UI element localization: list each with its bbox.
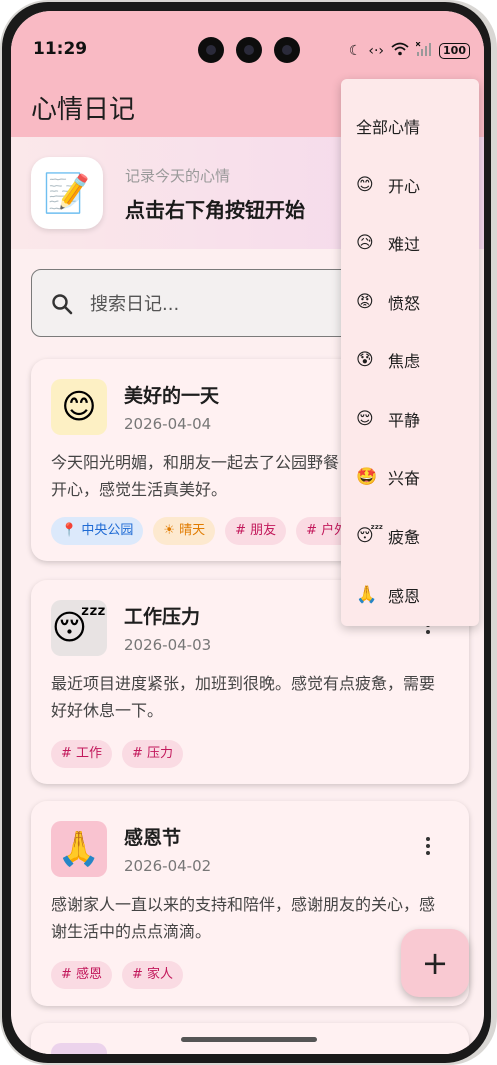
menu-item-label: 感恩	[388, 587, 421, 606]
location-tag[interactable]: 📍 中央公园	[51, 517, 144, 545]
menu-item-label: 难过	[388, 235, 421, 254]
mood-emoji-icon: 😴	[51, 600, 107, 656]
diary-text: 感谢家人一直以来的支持和陪伴，感谢朋友的关心，感谢生活中的点点滴滴。	[51, 895, 436, 941]
device-bezel: 11:29 ☾ ‹·› 100 心情日记 📝 记录今天的心情 点击右下角按钮开始…	[2, 2, 491, 1063]
more-options-icon[interactable]	[425, 837, 431, 857]
mood-filter-menu: 全部心情 😊 开心 😥 难过 😡 愤怒 😰 焦虑 😌 平静 🤩 兴奋 😴 疲惫 …	[341, 79, 479, 626]
menu-item-calm[interactable]: 😌 平静	[356, 404, 420, 434]
hashtag[interactable]: # 压力	[122, 740, 184, 768]
mood-emoji-icon	[51, 1043, 107, 1054]
page-title: 心情日记	[31, 95, 136, 125]
status-bar: 11:29 ☾ ‹·› 100	[11, 33, 484, 67]
menu-item-label: 全部心情	[356, 118, 421, 137]
hashtag[interactable]: # 朋友	[225, 517, 287, 545]
folded-hands-icon: 🙏	[356, 585, 378, 605]
menu-item-all[interactable]: 全部心情	[356, 111, 420, 141]
star-eyes-face-icon: 🤩	[356, 467, 378, 487]
menu-item-anxious[interactable]: 😰 焦虑	[356, 345, 420, 375]
diary-date: 2026-04-03	[124, 636, 212, 654]
screen: 11:29 ☾ ‹·› 100 心情日记 📝 记录今天的心情 点击右下角按钮开始…	[11, 11, 484, 1054]
data-transfer-icon: ‹·›	[368, 43, 385, 59]
menu-item-label: 兴奋	[388, 469, 421, 488]
sad-face-icon: 😥	[356, 233, 374, 253]
camera-icon	[198, 37, 224, 63]
hashtag[interactable]: # 工作	[51, 740, 113, 768]
mood-emoji-icon: 😊	[51, 379, 107, 435]
hashtag[interactable]: # 家人	[122, 961, 184, 989]
tag-list: # 感恩 # 家人	[51, 961, 184, 989]
diary-date: 2026-04-02	[124, 857, 212, 875]
camera-icon	[236, 37, 262, 63]
menu-item-tired[interactable]: 😴 疲惫	[356, 521, 420, 551]
wifi-icon	[391, 42, 409, 60]
menu-item-angry[interactable]: 😡 愤怒	[356, 287, 420, 317]
menu-item-happy[interactable]: 😊 开心	[356, 170, 420, 200]
moon-icon: ☾	[348, 43, 362, 59]
home-indicator[interactable]	[181, 1037, 317, 1042]
menu-item-label: 疲惫	[388, 528, 421, 547]
happy-face-icon: 😊	[356, 175, 374, 195]
menu-item-label: 焦虑	[388, 352, 421, 371]
banner-title: 点击右下角按钮开始	[125, 198, 305, 222]
sleepy-face-icon: 😴	[356, 526, 384, 546]
mood-emoji-icon: 🙏	[51, 821, 107, 877]
signal-icon	[415, 41, 432, 60]
status-time: 11:29	[33, 39, 88, 59]
menu-item-label: 平静	[388, 411, 421, 430]
tag-list: # 工作 # 压力	[51, 740, 184, 768]
diary-title: 美好的一天	[124, 385, 220, 407]
device-frame: 11:29 ☾ ‹·› 100 心情日记 📝 记录今天的心情 点击右下角按钮开始…	[0, 0, 497, 1065]
menu-item-label: 开心	[388, 177, 421, 196]
memo-icon: 📝	[31, 157, 103, 229]
diary-title: 工作压力	[124, 606, 201, 628]
battery-icon: 100	[439, 43, 470, 59]
menu-item-label: 愤怒	[388, 294, 421, 313]
diary-date: 2026-04-04	[124, 415, 212, 433]
menu-item-sad[interactable]: 😥 难过	[356, 228, 420, 258]
banner-subtitle: 记录今天的心情	[125, 167, 231, 185]
hashtag[interactable]: # 感恩	[51, 961, 113, 989]
add-diary-button[interactable]: +	[401, 929, 469, 997]
camera-icon	[274, 37, 300, 63]
status-icons: ☾ ‹·› 100	[349, 41, 470, 61]
menu-item-grateful[interactable]: 🙏 感恩	[356, 580, 420, 610]
diary-text: 最近项目进度紧张，加班到很晚。感觉有点疲惫，需要好好休息一下。	[51, 674, 436, 720]
tag-list: 📍 中央公园 ☀ 晴天 # 朋友 # 户外	[51, 517, 358, 545]
menu-item-excited[interactable]: 🤩 兴奋	[356, 462, 420, 492]
weather-tag[interactable]: ☀ 晴天	[153, 517, 216, 545]
calm-face-icon: 😌	[356, 409, 374, 429]
angry-face-icon: 😡	[356, 292, 374, 312]
diary-title: 感恩节	[124, 827, 182, 849]
anxious-face-icon: 😰	[356, 350, 374, 370]
search-icon	[52, 294, 73, 315]
